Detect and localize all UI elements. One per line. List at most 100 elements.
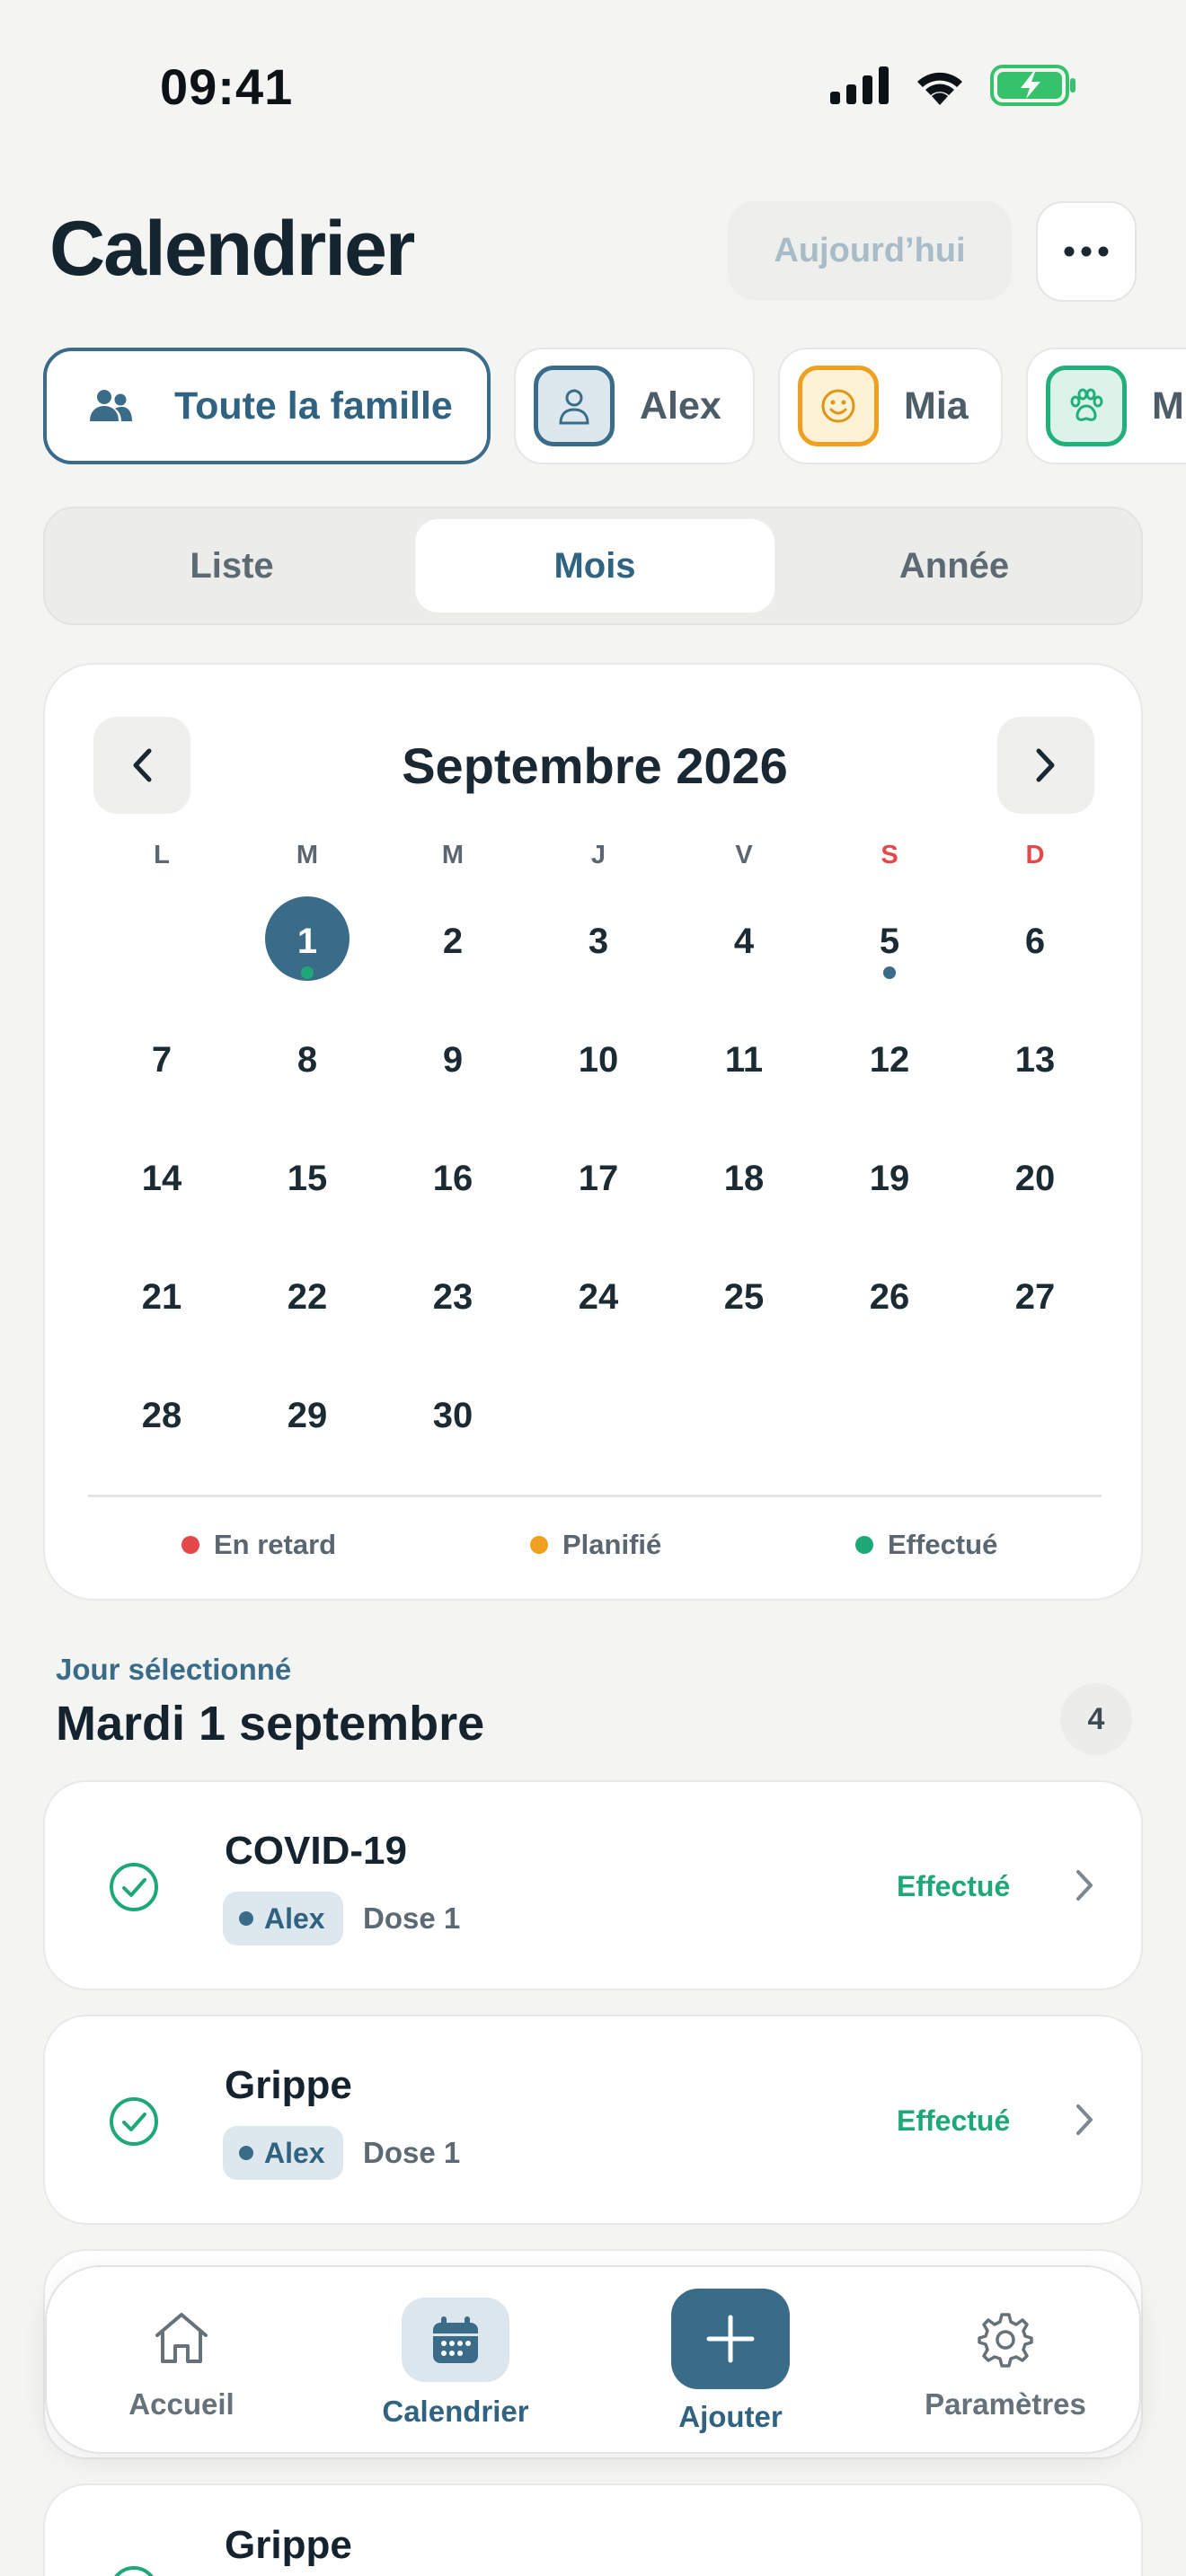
member-dot-icon xyxy=(239,2146,253,2160)
more-button[interactable] xyxy=(1036,201,1137,302)
calendar-day[interactable]: 9 xyxy=(399,1040,507,1081)
avatar-mia xyxy=(798,366,879,446)
avatar-alex xyxy=(534,366,615,446)
calendar-day[interactable]: 26 xyxy=(836,1277,943,1318)
weekday-header: L xyxy=(154,841,170,869)
more-dots-icon xyxy=(1064,246,1109,257)
member-chip-mia[interactable]: Mia xyxy=(778,348,1003,464)
member-tag: Alex xyxy=(223,1892,343,1945)
chevron-right-icon xyxy=(1036,748,1055,782)
calendar-day[interactable]: 16 xyxy=(399,1159,507,1199)
calendar-day[interactable]: 1 xyxy=(253,922,361,962)
status-bar: 09:41 xyxy=(0,0,1186,171)
calendar-day[interactable]: 6 xyxy=(981,922,1089,962)
status-time: 09:41 xyxy=(160,58,294,115)
calendar-day[interactable]: 25 xyxy=(690,1277,798,1318)
event-dose: Dose 1 xyxy=(363,2136,461,2169)
calendar-day[interactable]: 2 xyxy=(399,922,507,962)
paw-icon xyxy=(1070,388,1103,421)
avatar-pet xyxy=(1046,366,1127,446)
chevron-right-icon xyxy=(1076,1870,1093,1901)
smiley-icon xyxy=(821,389,855,423)
member-tag: Alex xyxy=(223,2126,343,2180)
done-dot-icon xyxy=(855,1536,873,1554)
calendar-day[interactable]: 19 xyxy=(836,1159,943,1199)
page-title: Calendrier xyxy=(49,206,415,292)
weekday-header: M xyxy=(296,841,319,869)
selected-day-date: Mardi 1 septembre xyxy=(56,1697,485,1751)
nav-calendar-label: Calendrier xyxy=(382,2395,529,2428)
member-chip-label: Alex xyxy=(640,384,721,428)
calendar-day[interactable]: 3 xyxy=(544,922,652,962)
calendar-day[interactable]: 23 xyxy=(399,1277,507,1318)
check-circle-icon xyxy=(110,2097,158,2146)
calendar-day[interactable]: 28 xyxy=(108,1396,216,1436)
signal-icon xyxy=(830,66,889,104)
event-title: COVID-19 xyxy=(225,1829,407,1873)
calendar-day[interactable]: 15 xyxy=(253,1159,361,1199)
event-card[interactable]: Grippe Alex Dose 1 Effectué xyxy=(43,2015,1143,2225)
nav-settings[interactable]: Paramètres xyxy=(889,2267,1122,2456)
view-tab-month[interactable]: Mois xyxy=(415,519,774,613)
calendar-day[interactable]: 13 xyxy=(981,1040,1089,1081)
legend-late-label: En retard xyxy=(214,1529,337,1560)
legend-late: En retard xyxy=(181,1529,336,1561)
member-chip-label: M xyxy=(1152,384,1184,428)
calendar-icon xyxy=(433,2316,478,2363)
calendar-day[interactable]: 5 xyxy=(836,922,943,962)
month-title: Septembre 2026 xyxy=(402,737,788,794)
member-tag-label: Alex xyxy=(264,2136,325,2169)
late-dot-icon xyxy=(181,1536,199,1554)
member-chip-label: Toute la famille xyxy=(174,384,453,428)
calendar-day[interactable]: 27 xyxy=(981,1277,1089,1318)
event-card[interactable]: Grippe xyxy=(43,2483,1143,2576)
calendar-day[interactable]: 11 xyxy=(690,1040,798,1081)
member-chip-alex[interactable]: Alex xyxy=(514,348,755,464)
view-tab-list[interactable]: Liste xyxy=(52,519,412,613)
calendar-day[interactable]: 21 xyxy=(108,1277,216,1318)
calendar-day[interactable]: 30 xyxy=(399,1396,507,1436)
gear-icon xyxy=(978,2313,1033,2368)
next-month-button[interactable] xyxy=(997,717,1094,814)
view-segmented-control: Liste Mois Année xyxy=(43,507,1143,625)
nav-calendar[interactable]: Calendrier xyxy=(339,2267,572,2456)
member-chip-family[interactable]: Toute la famille xyxy=(43,348,491,464)
event-dot-icon xyxy=(301,966,314,979)
event-dot-icon xyxy=(883,966,896,979)
calendar-day[interactable]: 7 xyxy=(108,1040,216,1081)
legend-done: Effectué xyxy=(855,1529,997,1561)
weekday-header: S xyxy=(881,841,898,869)
check-circle-icon xyxy=(114,2566,154,2576)
calendar-day[interactable]: 22 xyxy=(253,1277,361,1318)
calendar-day[interactable]: 17 xyxy=(544,1159,652,1199)
plus-icon xyxy=(706,2315,755,2363)
member-chip-pet[interactable]: M xyxy=(1026,348,1186,464)
calendar-day[interactable]: 8 xyxy=(253,1040,361,1081)
legend-planned-label: Planifié xyxy=(562,1529,662,1560)
calendar-day[interactable]: 29 xyxy=(253,1396,361,1436)
view-tab-year[interactable]: Année xyxy=(774,519,1134,613)
calendar-day[interactable]: 20 xyxy=(981,1159,1089,1199)
member-tag-label: Alex xyxy=(264,1901,325,1935)
family-icon xyxy=(90,390,132,421)
event-card[interactable]: COVID-19 Alex Dose 1 Effectué xyxy=(43,1780,1143,1990)
nav-home[interactable]: Accueil xyxy=(65,2267,298,2456)
weekday-header: V xyxy=(735,841,753,869)
member-dot-icon xyxy=(239,1911,253,1926)
calendar-day[interactable]: 14 xyxy=(108,1159,216,1199)
legend-planned: Planifié xyxy=(530,1529,661,1561)
calendar-day[interactable]: 18 xyxy=(690,1159,798,1199)
calendar-day[interactable]: 24 xyxy=(544,1277,652,1318)
add-button[interactable] xyxy=(671,2289,790,2389)
battery-icon xyxy=(990,65,1075,106)
calendar-day[interactable]: 4 xyxy=(690,922,798,962)
calendar-day[interactable]: 12 xyxy=(836,1040,943,1081)
calendar-day[interactable]: 10 xyxy=(544,1040,652,1081)
nav-home-label: Accueil xyxy=(128,2387,235,2421)
planned-dot-icon xyxy=(530,1536,548,1554)
event-status: Effectué xyxy=(897,1870,1011,1902)
nav-add-label: Ajouter xyxy=(678,2400,783,2433)
today-button[interactable]: Aujourd’hui xyxy=(728,201,1012,300)
weekday-header: M xyxy=(441,841,465,869)
nav-add[interactable]: Ajouter xyxy=(614,2267,847,2456)
